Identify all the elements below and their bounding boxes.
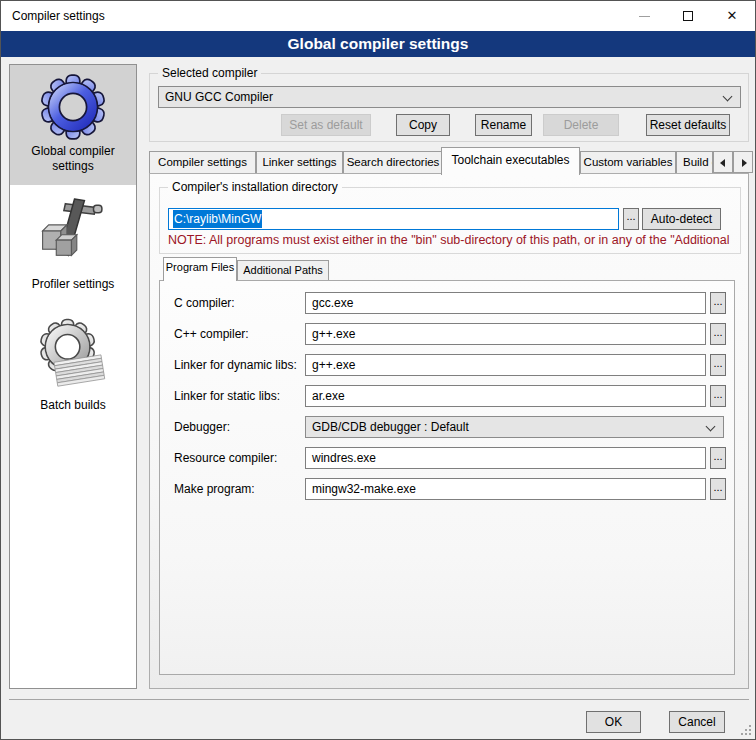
sidebar-item-label: Batch builds	[10, 398, 136, 413]
chevron-down-icon	[723, 92, 733, 102]
compiler-settings-dialog: Compiler settings ✕ Global compiler sett…	[0, 0, 756, 740]
sidebar-item-batch-builds[interactable]: Batch builds	[10, 302, 136, 422]
delete-button[interactable]: Delete	[543, 114, 619, 136]
debugger-select-value: GDB/CDB debugger : Default	[312, 417, 469, 437]
field-value: g++.exe	[312, 355, 355, 375]
window-title: Compiler settings	[12, 1, 105, 31]
field-value: ar.exe	[312, 386, 345, 406]
static-linker-input[interactable]: ar.exe	[305, 385, 706, 407]
compiler-select[interactable]: GNU GCC Compiler	[158, 86, 741, 108]
field-label: Debugger:	[174, 416, 230, 438]
reset-defaults-button[interactable]: Reset defaults	[646, 114, 730, 136]
minimize-button[interactable]	[622, 1, 666, 31]
blue-gear-icon	[39, 73, 107, 141]
resize-grip[interactable]	[741, 725, 751, 735]
sidebar-item-label: Profiler settings	[10, 277, 136, 292]
installation-directory-group-label: Compiler's installation directory	[168, 180, 342, 194]
field-value: g++.exe	[312, 324, 355, 344]
field-label: C compiler:	[174, 292, 235, 314]
field-label: C++ compiler:	[174, 323, 249, 345]
chevron-down-icon	[706, 422, 716, 432]
arrow-right-icon	[742, 159, 747, 167]
installation-directory-value: C:\raylib\MinGW	[173, 210, 262, 228]
field-value: gcc.exe	[312, 293, 353, 313]
tab-scroll-right-button[interactable]	[733, 151, 753, 173]
field-value: mingw32-make.exe	[312, 479, 416, 499]
dialog-banner: Global compiler settings	[1, 31, 755, 57]
tab-linker-settings[interactable]: Linker settings	[256, 151, 343, 173]
cancel-button[interactable]: Cancel	[669, 711, 725, 733]
sidebar-item-label: Global compiler settings	[10, 144, 136, 174]
make-program-input[interactable]: mingw32-make.exe	[305, 478, 706, 500]
debugger-select[interactable]: GDB/CDB debugger : Default	[305, 416, 724, 438]
subtab-additional-paths[interactable]: Additional Paths	[237, 260, 329, 280]
field-value: windres.exe	[312, 448, 376, 468]
dynamic-linker-input[interactable]: g++.exe	[305, 354, 706, 376]
resource-compiler-input[interactable]: windres.exe	[305, 447, 706, 469]
close-icon: ✕	[727, 8, 738, 23]
static-linker-browse-button[interactable]: ...	[710, 385, 726, 407]
field-label: Make program:	[174, 478, 255, 500]
dynamic-linker-browse-button[interactable]: ...	[710, 354, 726, 376]
tab-toolchain-executables[interactable]: Toolchain executables	[441, 147, 580, 175]
tab-scroll-left-button[interactable]	[713, 151, 733, 173]
field-label: Resource compiler:	[174, 447, 277, 469]
footer-divider	[9, 699, 749, 700]
titlebar: Compiler settings ✕	[1, 1, 755, 31]
sidebar-item-global-compiler-settings[interactable]: Global compiler settings	[10, 65, 136, 185]
copy-button[interactable]: Copy	[396, 114, 450, 136]
resource-compiler-browse-button[interactable]: ...	[710, 447, 726, 469]
banner-title: Global compiler settings	[1, 31, 755, 56]
program-files-panel: C compiler: gcc.exe ... C++ compiler: g+…	[159, 280, 735, 675]
caliper-icon	[35, 193, 111, 269]
maximize-icon	[683, 11, 693, 21]
ok-button[interactable]: OK	[586, 711, 641, 733]
arrow-left-icon	[720, 159, 725, 167]
rename-button[interactable]: Rename	[475, 114, 532, 136]
batch-builds-icon	[37, 318, 109, 390]
field-label: Linker for dynamic libs:	[174, 354, 297, 376]
compiler-select-value: GNU GCC Compiler	[165, 87, 273, 107]
make-program-browse-button[interactable]: ...	[710, 478, 726, 500]
field-label: Linker for static libs:	[174, 385, 280, 407]
tab-search-directories[interactable]: Search directories	[343, 151, 443, 173]
auto-detect-button[interactable]: Auto-detect	[642, 208, 721, 230]
maximize-button[interactable]	[666, 1, 710, 31]
installation-directory-input[interactable]: C:\raylib\MinGW	[168, 208, 619, 230]
settings-sidebar: Global compiler settings Profiler settin…	[9, 64, 137, 689]
c-compiler-input[interactable]: gcc.exe	[305, 292, 706, 314]
toolchain-executables-panel: Compiler's installation directory C:\ray…	[149, 173, 749, 689]
browse-directory-button[interactable]: ...	[623, 208, 639, 230]
note-text: NOTE: All programs must exist either in …	[168, 233, 739, 247]
c-compiler-browse-button[interactable]: ...	[710, 292, 726, 314]
tab-compiler-settings[interactable]: Compiler settings	[149, 151, 256, 173]
cpp-compiler-input[interactable]: g++.exe	[305, 323, 706, 345]
sidebar-item-profiler-settings[interactable]: Profiler settings	[10, 185, 136, 302]
tab-custom-variables[interactable]: Custom variables	[580, 151, 676, 173]
minimize-icon	[639, 16, 650, 17]
close-button[interactable]: ✕	[710, 1, 754, 31]
selected-compiler-group-label: Selected compiler	[158, 66, 261, 80]
cpp-compiler-browse-button[interactable]: ...	[710, 323, 726, 345]
set-as-default-button[interactable]: Set as default	[281, 114, 371, 136]
subtab-program-files[interactable]: Program Files	[163, 257, 237, 281]
tab-build-options[interactable]: Build options	[676, 151, 713, 173]
